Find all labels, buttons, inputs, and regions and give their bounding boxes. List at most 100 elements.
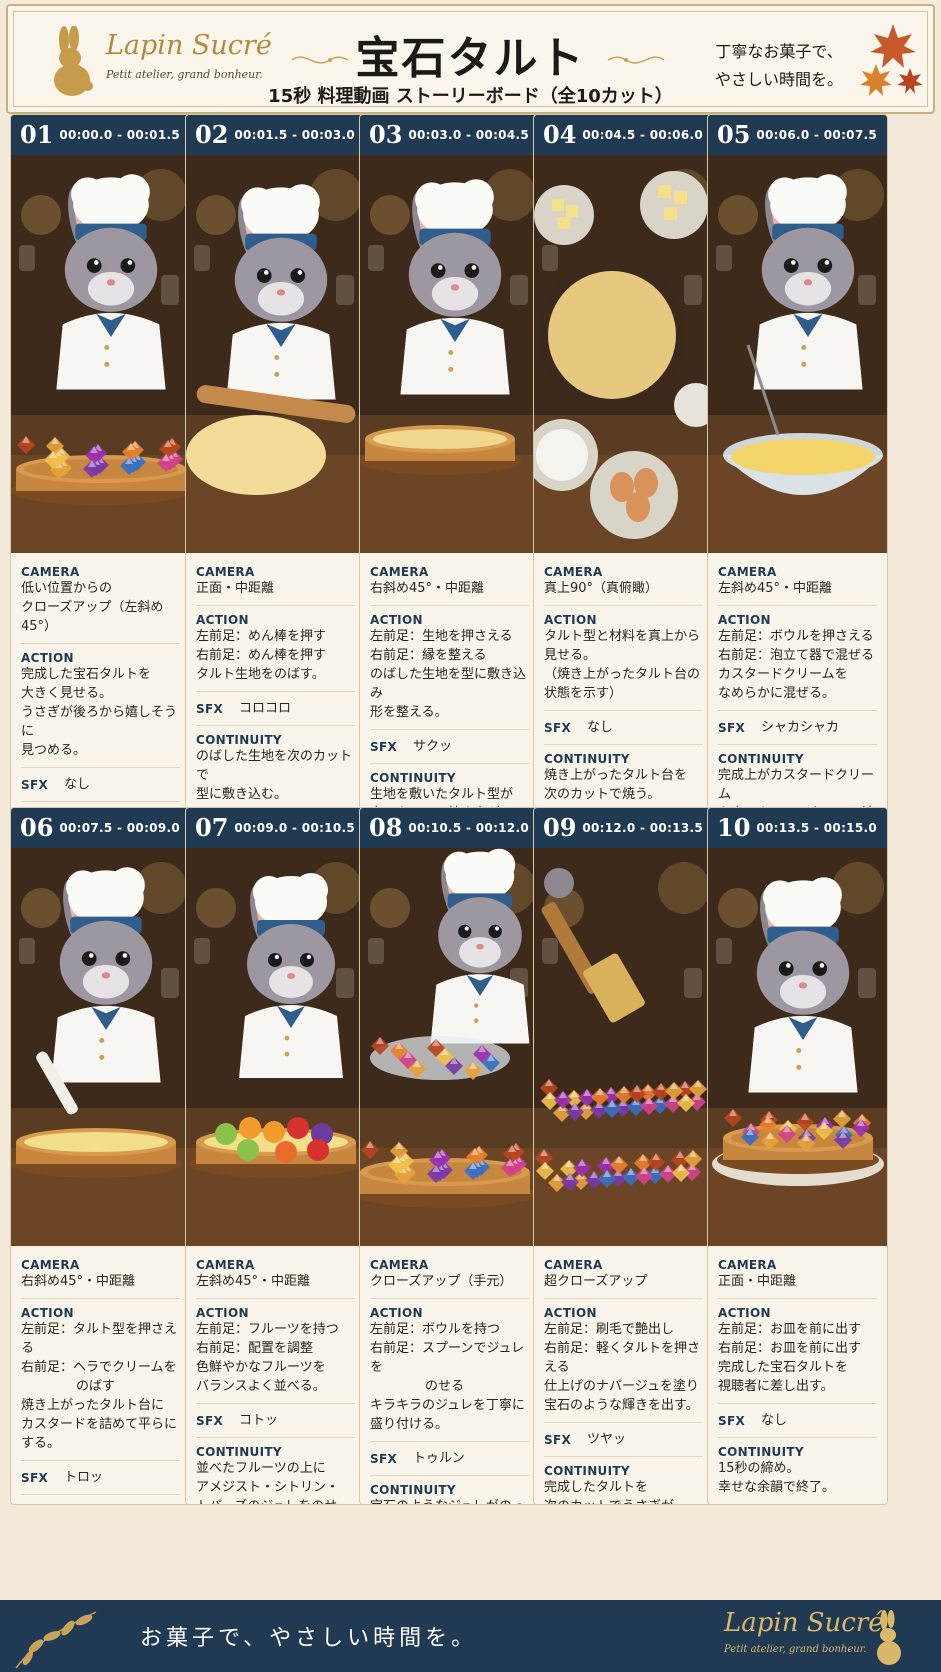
cut-timecode: 00:04.5 - 00:06.0 [582,128,703,142]
continuity-label: CONTINUITY [718,752,804,766]
sfx-value: シャカシャカ [761,720,840,735]
camera-block: CAMERA 右斜め45°・中距離 [370,565,529,606]
camera-label: CAMERA [196,1258,255,1272]
action-label: ACTION [21,651,74,665]
sfx-label: SFX [21,1470,48,1485]
footer-tagline: お菓子で、やさしい時間を。 [140,1626,478,1651]
action-label: ACTION [21,1306,74,1320]
text-line: 仕上げのナパージュを塗り [544,1379,699,1394]
sfx-block: SFX ツヤッ [544,1430,703,1457]
sfx-label: SFX [718,1413,745,1428]
cut-timecode: 00:09.0 - 00:10.5 [234,821,355,835]
action-label: ACTION [544,1306,597,1320]
footer-brand-subtitle: Petit atelier, grand bonheur. [724,1644,867,1655]
action-label: ACTION [196,1306,249,1320]
cut-number: 02 [195,120,229,149]
text-line: バランスよく並べる。 [196,1379,326,1394]
text-line: のせる [425,1379,465,1394]
camera-block: CAMERA 正面・中距離 [718,1258,877,1299]
text-line: （焼き上がったタルト台の [544,667,701,682]
text-line: クローズアップ（左斜め45°） [21,600,164,634]
text-line: 左斜め45°・中距離 [718,581,833,596]
scene-illustration [534,848,713,1246]
action-label: ACTION [544,613,597,627]
sfx-block: SFX なし [21,775,180,802]
cut-timecode: 00:12.0 - 00:13.5 [582,821,703,835]
text-line: クローズアップ（手元） [370,1274,513,1289]
cut-details: CAMERA 左斜め45°・中距離 ACTION 左前足：ボウルを押さえる 右前足… [708,553,887,811]
text-line: カスタードを詰めて平らにする。 [21,1417,178,1451]
camera-label: CAMERA [21,565,80,579]
storyboard-card-10: 10 00:13.5 - 00:15.0 CAMERA 正面・中距離 ACTIO… [707,807,888,1505]
continuity-block: CONTINUITY 生地を敷いたタルト型が次のカットで焼き上がる。 [370,771,529,811]
scene-illustration [186,848,365,1246]
camera-block: CAMERA 低い位置からの クローズアップ（左斜め45°） [21,565,180,644]
scene-illustration [11,848,190,1246]
card-header: 07 00:09.0 - 00:10.5 [186,808,365,848]
text-line: うさぎが後ろから嬉しそうに [21,705,178,739]
scene-illustration [360,848,539,1246]
footer-leaves-icon [15,1611,97,1669]
text-line: 型に敷き込む。 [196,787,288,802]
text-line: キラキラのジュレを丁寧に [370,1398,525,1413]
text-line: タルト生地をのばす。 [196,667,325,682]
sfx-value: なし [761,1413,788,1428]
continuity-block: CONTINUITY 完成したタルトを次のカットでうさぎが見せる。 [544,1464,703,1504]
text-line: 生地を敷いたタルト型が [370,787,514,802]
card-header: 10 00:13.5 - 00:15.0 [708,808,887,848]
storyboard-card-08: 08 00:10.5 - 00:12.0 CAMERA クローズアップ（手元） … [359,807,540,1505]
text-line: 正面・中距離 [718,1274,797,1289]
text-line: 完成した宝石タルトを [21,667,152,682]
text-line: のばした生地を次のカットで [196,749,353,783]
card-header: 08 00:10.5 - 00:12.0 [360,808,539,848]
text-line: 右前足：泡立て器で混ぜる [718,648,875,663]
cut-details: CAMERA 正面・中距離 ACTION 左前足：めん棒を押す 右前足：めん棒を押… [186,553,365,804]
sfx-label: SFX [21,777,48,792]
action-block: ACTION タルト型と材料を真上から 見せる。 （焼き上がったタルト台の 状態を示す… [544,613,703,711]
action-block: ACTION 左前足：めん棒を押す 右前足：めん棒を押す タルト生地をのばす。 [196,613,355,692]
sfx-label: SFX [370,1451,397,1466]
text-line: 完成したタルトを [544,1480,649,1495]
cut-number: 10 [717,813,751,842]
text-line: 左前足：ボウルを持つ [370,1322,501,1337]
sfx-value: トゥルン [413,1451,465,1466]
text-line: 並べたフルーツの上に [196,1461,326,1476]
camera-label: CAMERA [718,1258,777,1272]
sfx-value: コロコロ [239,701,292,716]
text-line: 焼き上がったタルト台を [544,768,688,783]
header-tagline: 丁寧なお菓子で、 やさしい時間を。 [714,38,844,94]
text-line: 見せる。 [544,648,597,663]
cut-timecode: 00:10.5 - 00:12.0 [408,821,529,835]
tagline-line-2: やさしい時間を。 [714,70,843,89]
text-line: 視聴者に差し出す。 [718,1379,834,1394]
scene-illustration [534,155,713,553]
cut-timecode: 00:00.0 - 00:01.5 [59,128,180,142]
action-block: ACTION 完成した宝石タルトを 大きく見せる。 うさぎが後ろから嬉しそうに 見つめ… [21,651,180,768]
sfx-label: SFX [544,1432,571,1447]
sfx-block: SFX サクッ [370,737,529,764]
cut-timecode: 00:03.0 - 00:04.5 [408,128,529,142]
text-line: なめらかに混ぜる。 [718,686,836,701]
camera-label: CAMERA [544,1258,603,1272]
cut-details: CAMERA クローズアップ（手元） ACTION 左前足：ボウルを持つ 右前足：… [360,1246,539,1504]
action-block: ACTION 左前足：お皿を前に出す 右前足：お皿を前に出す 完成した宝石タルトを視… [718,1306,877,1404]
camera-label: CAMERA [370,1258,429,1272]
text-line: 右前足：配置を調整 [196,1341,314,1356]
camera-label: CAMERA [370,565,429,579]
camera-block: CAMERA 超クローズアップ [544,1258,703,1299]
text-line: 右前足：お皿を前に出す [718,1341,862,1356]
camera-block: CAMERA 左斜め45°・中距離 [196,1258,355,1299]
continuity-label: CONTINUITY [196,1445,282,1459]
sfx-block: SFX トゥルン [370,1449,529,1476]
cut-number: 07 [195,813,229,842]
cut-timecode: 00:01.5 - 00:03.0 [234,128,355,142]
card-header: 02 00:01.5 - 00:03.0 [186,115,365,155]
cut-details: CAMERA 右斜め45°・中距離 ACTION 左前足：タルト型を押さえる 右前… [11,1246,190,1504]
action-label: ACTION [718,1306,771,1320]
continuity-block: CONTINUITY 完成上がカスタードクリームを次のカットでタルトに詰める。 [718,752,877,811]
cut-timecode: 00:13.5 - 00:15.0 [756,821,877,835]
text-line: 右前足：縁を整える [370,648,487,663]
storyboard-card-02: 02 00:01.5 - 00:03.0 CAMERA 正面・中距離 ACTIO… [185,114,366,812]
camera-block: CAMERA 右斜め45°・中距離 [21,1258,180,1299]
action-label: ACTION [196,613,249,627]
